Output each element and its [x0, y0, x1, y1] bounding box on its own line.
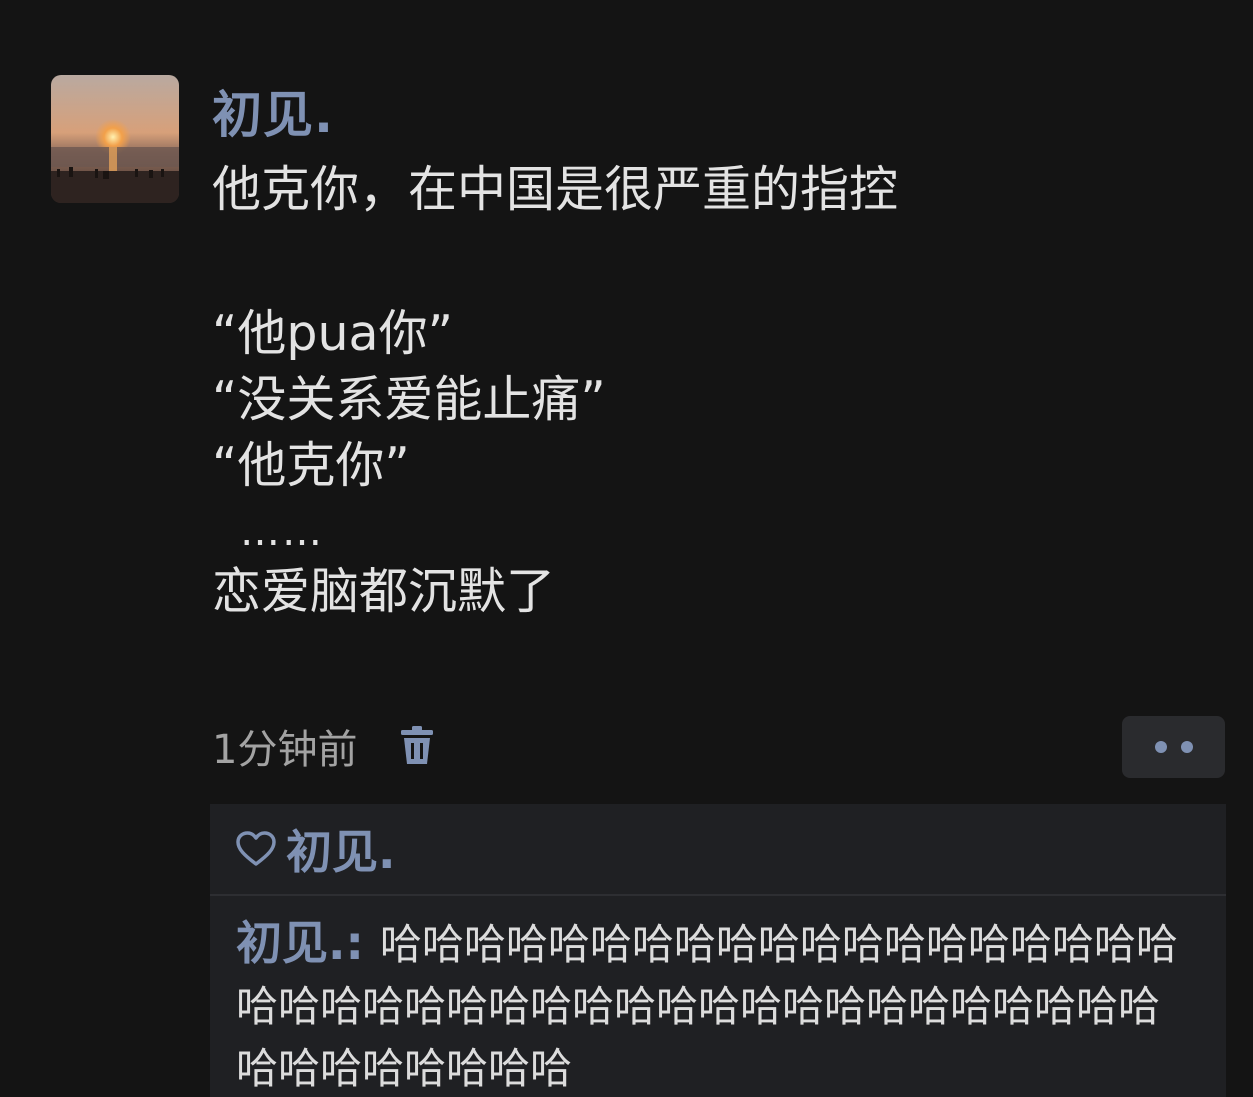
- post-line: “他pua你”: [212, 305, 453, 362]
- liker-name[interactable]: 初见.: [286, 816, 395, 882]
- post-content: 他克你，在中国是很严重的指控 “他pua你” “没关系爱能止痛” “他克你” ……: [212, 157, 898, 625]
- avatar[interactable]: [51, 75, 179, 203]
- commenter-name[interactable]: 初见.: [236, 916, 345, 970]
- trash-icon[interactable]: [397, 722, 437, 770]
- likes-row: 初见.: [210, 804, 1226, 896]
- post-line-ellipsis: ……: [240, 509, 324, 555]
- sunset-photo: [51, 75, 179, 203]
- post-line: 他克你，在中国是很严重的指控: [212, 161, 899, 218]
- moments-post: 初见. 他克你，在中国是很严重的指控 “他pua你” “没关系爱能止痛” “他克…: [0, 0, 1253, 1097]
- post-line: “他克你”: [212, 437, 410, 494]
- ellipsis-icon-dot: [1180, 741, 1193, 753]
- post-meta: 1分钟前: [212, 716, 437, 776]
- post-timestamp: 1分钟前: [212, 727, 358, 773]
- post-line: “没关系爱能止痛”: [212, 371, 606, 428]
- reactions-panel: 初见. 初见.: 哈哈哈哈哈哈哈哈哈哈哈哈哈哈哈哈哈哈哈哈哈哈哈哈哈哈哈哈哈哈哈…: [210, 804, 1226, 1097]
- more-actions-button[interactable]: [1122, 716, 1225, 778]
- ellipsis-icon: [1154, 741, 1167, 753]
- comment-item[interactable]: 初见.: 哈哈哈哈哈哈哈哈哈哈哈哈哈哈哈哈哈哈哈哈哈哈哈哈哈哈哈哈哈哈哈哈哈哈哈…: [236, 912, 1200, 1097]
- post-line-blank: [212, 223, 898, 301]
- comment-separator: :: [345, 916, 380, 970]
- post-line: 恋爱脑都沉默了: [212, 563, 556, 620]
- post-author[interactable]: 初见.: [212, 84, 334, 146]
- heart-outline-icon: [236, 829, 276, 869]
